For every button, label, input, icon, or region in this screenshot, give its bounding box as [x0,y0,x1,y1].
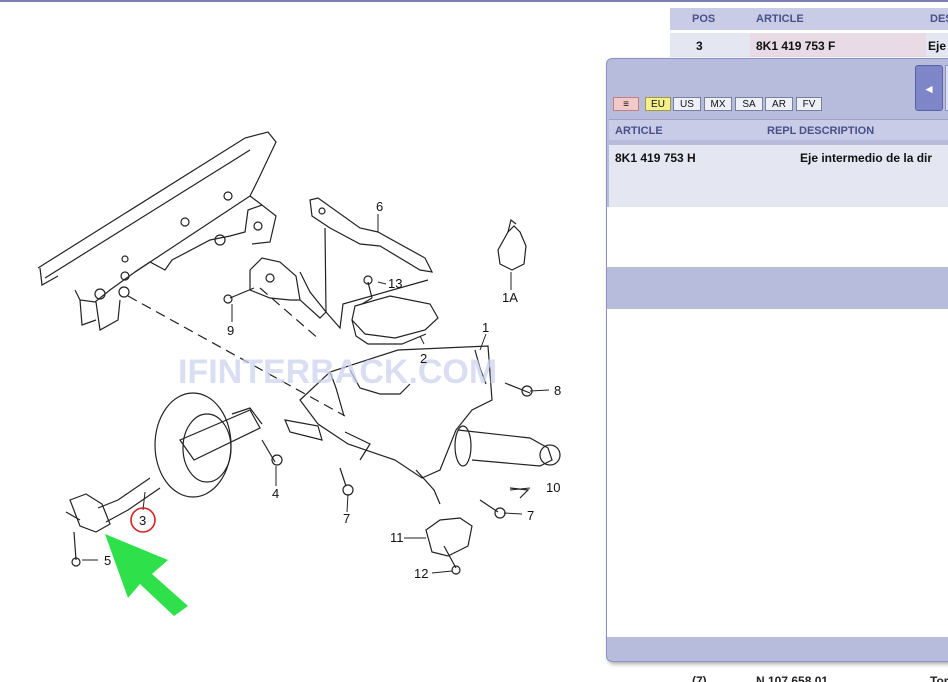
callout-label: 8 [554,383,561,398]
callout-label: 7 [527,508,534,523]
parts-table-header: POS ARTICLE DES [670,8,948,30]
callout-label: 3 [139,513,146,528]
leader-lines [82,214,550,574]
popup-divider-band [607,267,948,309]
replacement-popup: ≡ EU US MX SA AR FV ◄ ARTICLE REPL DESCR… [606,58,948,662]
callout-label: 7 [343,511,350,526]
row-description: Eje [928,39,947,53]
popup-content-area [607,309,948,637]
callout-label: 2 [420,351,427,366]
menu-button[interactable]: ≡ [613,97,639,111]
callout-label: 4 [272,486,279,501]
bolts [71,275,533,575]
table-row[interactable]: (7) N 107 658 01 Tor [670,672,948,682]
callout-label: 10 [546,480,560,495]
header-repl: REPL [767,125,797,137]
row-description: Eje intermedio de la dir [800,151,933,165]
market-eu-button[interactable]: EU [645,97,671,111]
callout-label: 12 [414,566,428,581]
row-article[interactable]: 8K1 419 753 H [615,151,696,165]
callout-label: 1 [482,320,489,335]
callout-label: 9 [227,323,234,338]
market-mx-button[interactable]: MX [704,97,732,111]
header-description: DESCRIPTION [799,125,875,137]
row-pos: (7) [692,674,707,682]
control-module [351,295,439,345]
bracket [309,197,434,330]
intermediate-shaft [65,392,263,533]
header-description: DES [930,13,948,25]
popup-table-header: ARTICLE REPL DESCRIPTION [609,119,948,140]
popup-blank-area [607,207,948,267]
callout-label: 1A [502,290,518,305]
row-description: Tor [930,674,948,682]
callout-label: 6 [376,199,383,214]
alignment-line [259,287,321,341]
row-pos: 3 [696,39,703,53]
table-row[interactable]: 8K1 419 753 H Eje intermedio de la dir [609,145,948,207]
market-sa-button[interactable]: SA [735,97,763,111]
header-article: ARTICLE [756,13,804,25]
callout-label: 11 [390,530,404,545]
callout-label: 5 [104,553,111,568]
mount-bracket [249,257,327,319]
green-arrow-icon [105,534,188,616]
market-us-button[interactable]: US [673,97,701,111]
row-article[interactable]: 8K1 419 753 F [756,39,835,53]
market-fv-button[interactable]: FV [796,97,822,111]
parts-diagram: IFINTERBACK.COM 1 1A 2 3 4 5 6 7 7 8 9 1… [37,131,561,616]
boot-cover [497,218,527,271]
callout-label: 13 [388,276,402,291]
watermark-text: IFINTERBACK.COM [178,353,497,391]
header-pos: POS [692,13,716,25]
row-article[interactable]: N 107 658 01 [756,674,828,682]
cover-cap [425,517,473,557]
table-row[interactable]: 3 8K1 419 753 F Eje [670,33,948,57]
cross-member [37,131,277,331]
market-ar-button[interactable]: AR [765,97,793,111]
prev-arrow-icon[interactable]: ◄ [915,65,943,111]
header-article: ARTICLE [615,125,663,137]
